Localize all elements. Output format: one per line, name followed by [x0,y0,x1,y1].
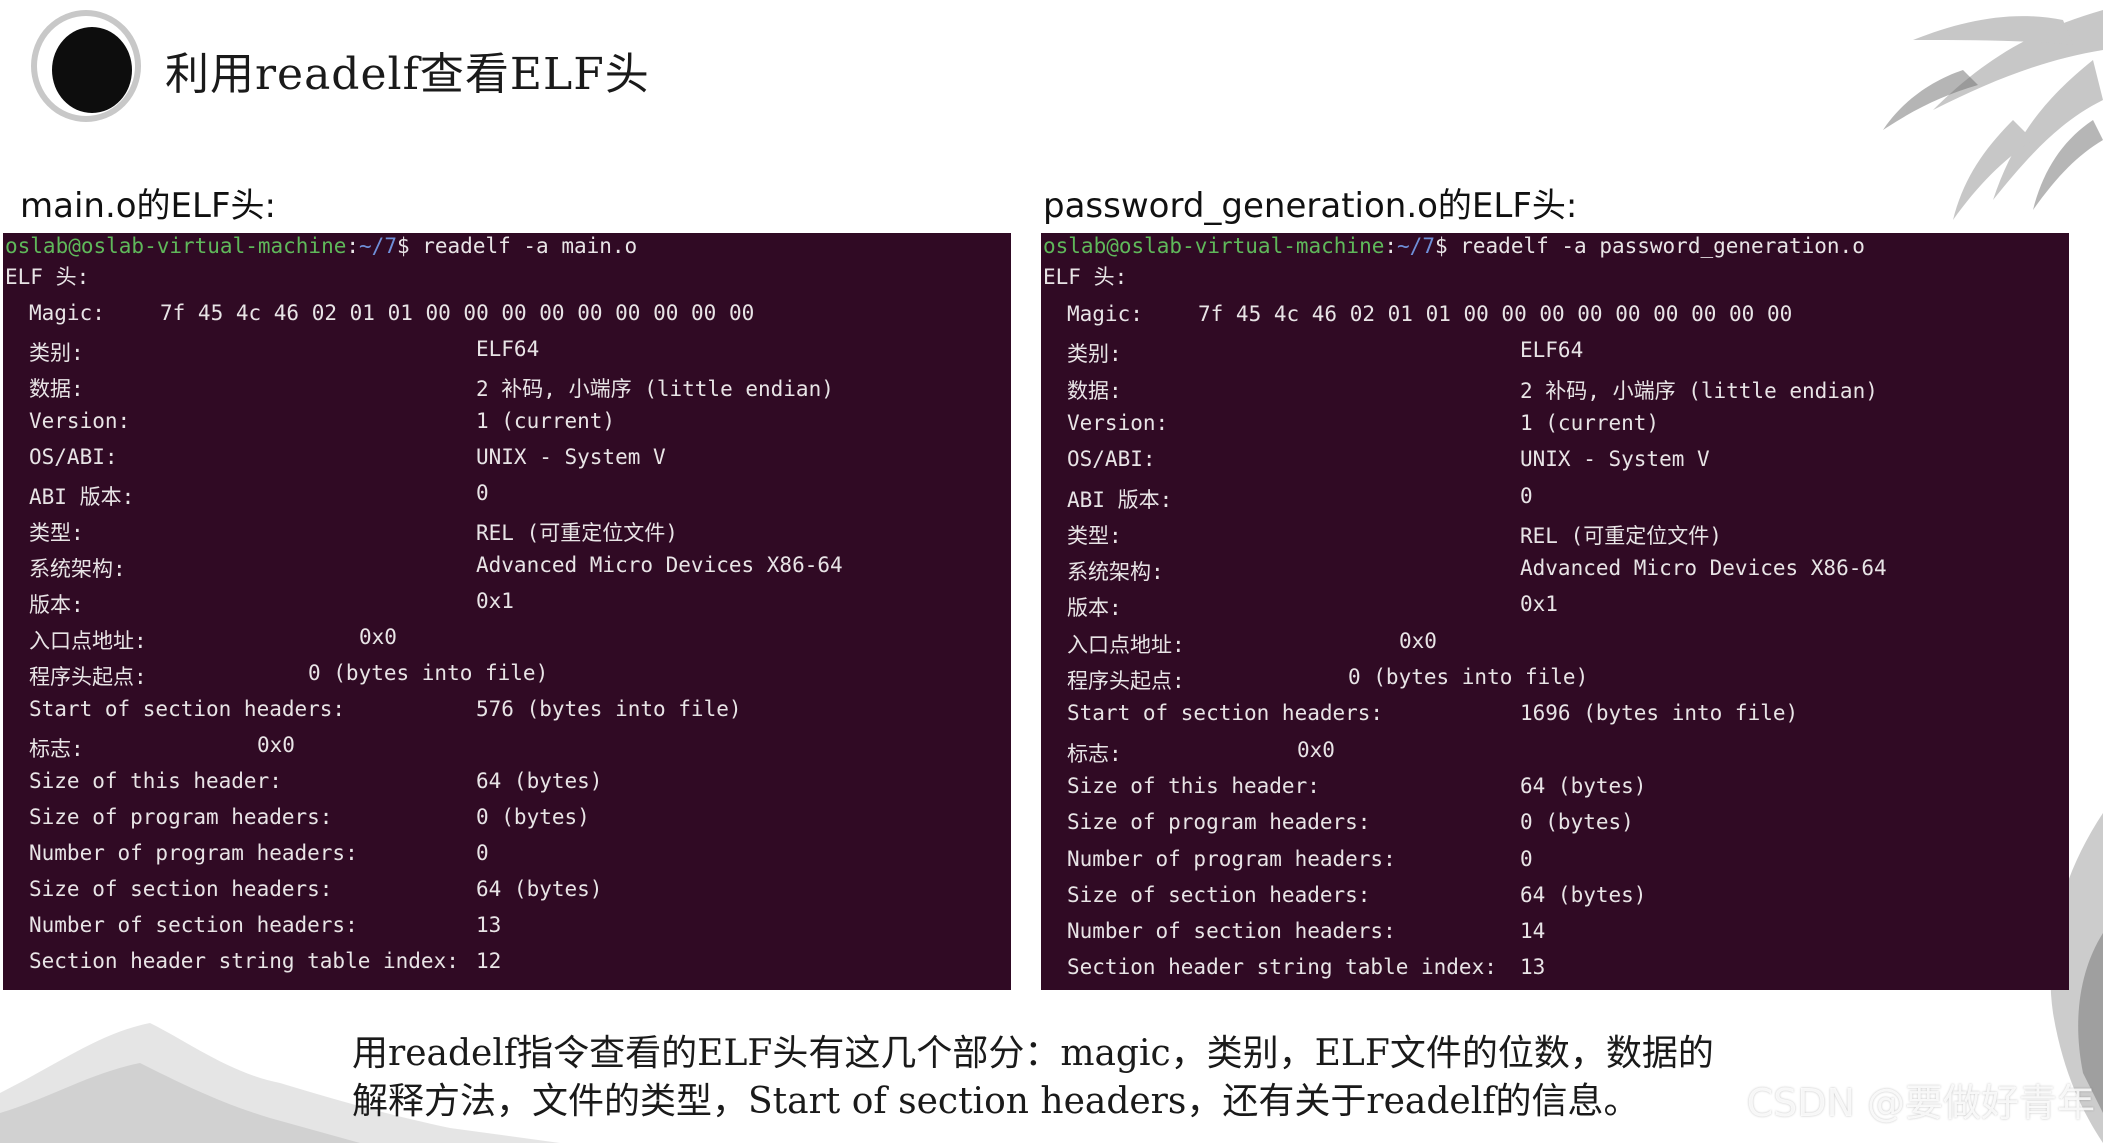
elf-field-value: Advanced Micro Devices X86-64 [1520,556,1887,581]
elf-field-value: 576 (bytes into file) [476,697,742,721]
summary-text: 用readelf指令查看的ELF头有这几个部分：magic，类别，ELF文件的位… [352,1030,1832,1126]
elf-field-value: 0x0 [257,733,295,757]
elf-field-value: 0 (bytes) [1520,810,1634,835]
elf-field-label: Size of this header: [29,769,282,793]
elf-field-label: 类别: [29,341,84,365]
elf-field-label: 数据: [1067,378,1122,403]
elf-field-label: Size of section headers: [29,877,333,901]
elf-field-value: 0x0 [1399,628,1437,653]
elf-field-label: Magic: [29,301,105,325]
summary-line-2: 解释方法，文件的类型，Start of section headers，还有关于… [352,1081,1640,1122]
elf-field-value: ELF64 [1520,338,1584,363]
elf-field-label: Number of program headers: [1067,846,1396,871]
elf-field-value: 0 [476,841,489,865]
main-o-terminal: oslab@oslab-virtual-machine:~/7$ readelf… [3,233,1011,990]
elf-field-label: Version: [29,409,131,433]
elf-field-label: 程序头起点: [29,665,147,689]
elf-field-label: 版本: [1067,596,1122,621]
elf-field-label: OS/ABI: [29,445,118,469]
elf-field-label: Size of program headers: [1067,810,1371,835]
elf-field-value: 1 (current) [1520,410,1660,435]
elf-field-value: 64 (bytes) [476,769,603,793]
elf-field-label: 标志: [29,737,84,761]
elf-field-label: Number of section headers: [29,913,358,937]
elf-field-value: 0x0 [1297,737,1335,762]
prompt-user: oslab@oslab-virtual-machine [5,234,347,258]
elf-field-value: ELF64 [476,337,540,361]
elf-field-label: 类型: [1067,523,1122,548]
elf-field-value: 64 (bytes) [476,877,603,901]
elf-field-value: 2 补码, 小端序 (little endian) [476,377,834,401]
elf-field-value: Advanced Micro Devices X86-64 [476,553,843,577]
elf-field-label: 系统架构: [1067,560,1164,585]
elf-field-label: Size of section headers: [1067,882,1371,907]
elf-field-label: Size of program headers: [29,805,333,829]
csdn-watermark: CSDN @要做好青年 [1746,1081,2095,1125]
elf-field-value: 12 [476,949,502,973]
summary-line-1: 用readelf指令查看的ELF头有这几个部分：magic，类别，ELF文件的位… [352,1033,1714,1074]
ink-circle-logo [31,10,141,122]
elf-field-value: REL (可重定位文件) [1520,523,1722,548]
elf-field-value: 0x0 [359,625,397,649]
prompt-user: oslab@oslab-virtual-machine [1043,234,1385,258]
elf-field-value: 1 (current) [476,409,616,433]
prompt-separator: : [346,234,360,258]
elf-field-value: 0 (bytes into file) [308,661,549,685]
prompt-separator: : [1384,234,1398,258]
elf-field-label: 版本: [29,593,84,617]
password-generation-o-caption: password_generation.o的ELF头: [1043,186,1578,226]
elf-field-value: 0 [476,481,489,505]
elf-field-label: ABI 版本: [29,485,135,509]
elf-field-label: Section header string table index: [1067,955,1497,980]
prompt-path: ~/7 [1397,234,1435,258]
elf-field-label: ABI 版本: [1067,487,1173,512]
terminal-prompt-line: oslab@oslab-virtual-machine:~/7$ readelf… [5,233,637,259]
elf-field-label: 入口点地址: [29,629,147,653]
elf-field-label: Section header string table index: [29,949,459,973]
elf-field-label: Size of this header: [1067,773,1320,798]
elf-field-label: Magic: [1067,302,1143,326]
elf-header-line: ELF 头: [1043,265,1128,289]
elf-field-label: 标志: [1067,741,1122,766]
elf-field-label: Version: [1067,410,1169,435]
elf-field-label: Start of section headers: [29,697,346,721]
elf-field-label: 类型: [29,521,84,545]
password-generation-o-terminal: oslab@oslab-virtual-machine:~/7$ readelf… [1041,233,2069,990]
elf-field-value: 13 [476,913,502,937]
prompt-command: $ readelf -a main.o [396,234,638,258]
elf-field-label: 数据: [29,377,84,401]
elf-field-label: OS/ABI: [1067,447,1156,472]
main-o-caption: main.o的ELF头: [20,186,276,226]
elf-header-line: ELF 头: [5,265,90,289]
slide-title: 利用readelf查看ELF头 [165,49,650,100]
terminal-prompt-line: oslab@oslab-virtual-machine:~/7$ readelf… [1043,233,1865,259]
prompt-command: $ readelf -a password_generation.o [1434,234,1865,258]
elf-field-value: 0 [1520,846,1533,871]
elf-field-label: Number of section headers: [1067,919,1396,944]
elf-field-label: 程序头起点: [1067,669,1185,693]
elf-field-label: 系统架构: [29,557,126,581]
elf-field-value: 14 [1520,919,1546,944]
elf-field-value: 64 (bytes) [1520,882,1647,907]
elf-field-value: 0x1 [476,589,514,613]
elf-field-value: 7f 45 4c 46 02 01 01 00 00 00 00 00 00 0… [1198,302,1793,326]
elf-field-value: UNIX - System V [1520,447,1710,472]
prompt-path: ~/7 [359,234,397,258]
elf-field-value: 0x1 [1520,592,1558,617]
elf-field-value: 1696 (bytes into file) [1520,701,1799,726]
elf-field-value: 0 (bytes) [476,805,590,829]
elf-field-value: UNIX - System V [476,445,666,469]
elf-field-value: 13 [1520,955,1546,980]
elf-field-label: Number of program headers: [29,841,358,865]
elf-field-label: 入口点地址: [1067,632,1185,657]
elf-field-value: 64 (bytes) [1520,773,1647,798]
bamboo-leaves-decoration [1883,10,2103,220]
elf-field-value: 2 补码, 小端序 (little endian) [1520,378,1878,403]
elf-field-label: 类别: [1067,342,1122,367]
elf-field-value: REL (可重定位文件) [476,521,678,545]
elf-field-value: 7f 45 4c 46 02 01 01 00 00 00 00 00 00 0… [160,301,755,325]
elf-field-label: Start of section headers: [1067,701,1384,726]
elf-field-value: 0 (bytes into file) [1348,665,1589,689]
elf-field-value: 0 [1520,483,1533,508]
